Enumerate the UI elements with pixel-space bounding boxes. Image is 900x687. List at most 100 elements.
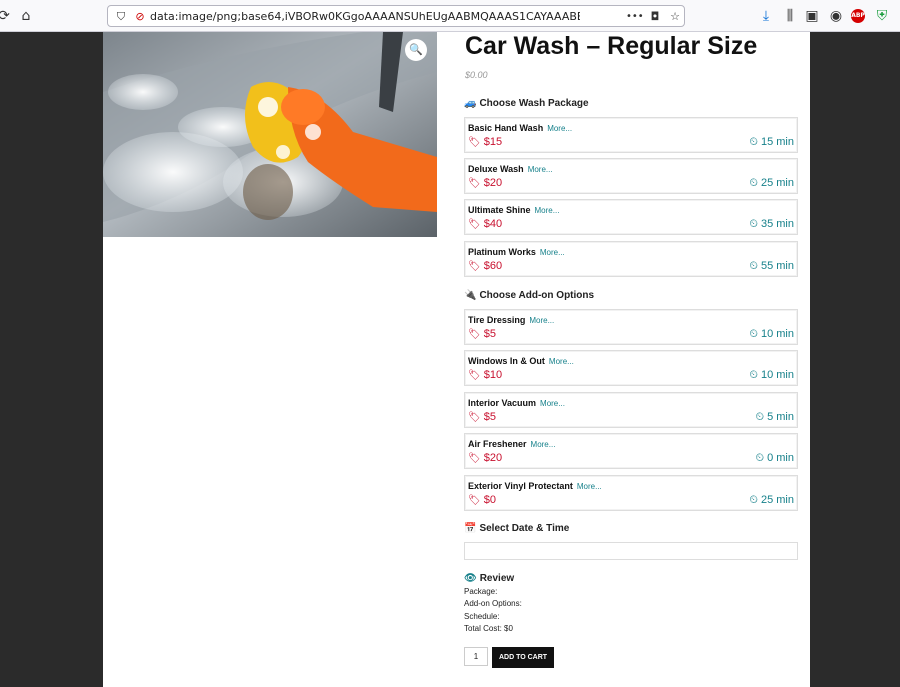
product-page: 🔍 Car Wash – Regular Size $0.00 🚙 Choose …: [103, 32, 810, 687]
option-time: 15 min: [760, 136, 794, 148]
review-heading-text: Review: [479, 573, 515, 584]
review-schedule: Schedule:: [464, 612, 500, 621]
bookmark-star-icon[interactable]: ☆: [667, 9, 683, 25]
addon-option[interactable]: Exterior Vinyl Protectant More... 🏷 $0 ⏲ 2…: [464, 475, 798, 511]
more-link[interactable]: More...: [540, 399, 565, 408]
plug-icon: 🔌: [464, 290, 477, 301]
price-tag-icon: 🏷: [468, 219, 481, 230]
option-time: 10 min: [760, 369, 794, 381]
schedule-heading-text: Select Date & Time: [479, 523, 570, 534]
price-tag-icon: 🏷: [468, 453, 481, 464]
clock-icon: ⏲: [749, 494, 758, 506]
option-time: 55 min: [760, 260, 794, 272]
more-link[interactable]: More...: [549, 357, 574, 366]
review-total: Total Cost: $0: [464, 624, 513, 633]
price-tag-icon: 🏷: [468, 370, 481, 381]
add-to-cart-button[interactable]: ADD TO CART: [492, 647, 554, 668]
more-link[interactable]: More...: [531, 440, 556, 449]
page-backdrop-right: [810, 32, 900, 687]
option-price: $10: [483, 369, 503, 381]
date-time-input[interactable]: [464, 542, 798, 560]
adblock-icon[interactable]: ABP: [851, 9, 865, 23]
price-tag-icon: 🏷: [468, 137, 481, 148]
wash-option[interactable]: Deluxe Wash More... 🏷 $20 ⏲ 25 min: [464, 158, 798, 194]
pocket-icon[interactable]: ◘: [647, 9, 663, 25]
more-link[interactable]: More...: [540, 248, 565, 257]
sidebar-icon[interactable]: ▣: [804, 8, 820, 24]
option-time: 25 min: [760, 177, 794, 189]
product-price: $0.00: [465, 70, 488, 80]
url-text[interactable]: data:image/png;base64,iVBORw0KGgoAAAANSU…: [150, 10, 580, 23]
option-time: 10 min: [760, 328, 794, 340]
clock-icon: ⏲: [749, 177, 758, 189]
more-link[interactable]: More...: [528, 165, 553, 174]
library-icon[interactable]: ⫼: [782, 8, 798, 24]
option-time: 0 min: [767, 452, 794, 464]
wash-package-heading-text: Choose Wash Package: [479, 98, 589, 109]
wash-option[interactable]: Platinum Works More... 🏷 $60 ⏲ 55 min: [464, 241, 798, 277]
review-package: Package:: [464, 587, 498, 596]
price-tag-icon: 🏷: [468, 329, 481, 340]
price-tag-icon: 🏷: [468, 178, 481, 189]
option-price: $20: [483, 177, 503, 189]
product-title: Car Wash – Regular Size: [465, 32, 758, 60]
addon-option[interactable]: Windows In & Out More... 🏷 $10 ⏲ 10 min: [464, 350, 798, 386]
car-wash-photo: [103, 32, 437, 237]
quantity-input[interactable]: 1: [464, 647, 488, 666]
addon-option[interactable]: Tire Dressing More... 🏷 $5 ⏲ 10 min: [464, 309, 798, 345]
option-price: $20: [483, 452, 503, 464]
price-tag-icon: 🏷: [468, 495, 481, 506]
option-name: Windows In & Out: [468, 356, 545, 366]
wash-option[interactable]: Basic Hand Wash More... 🏷 $15 ⏲ 15 min: [464, 117, 798, 153]
option-name: Interior Vacuum: [468, 398, 537, 408]
price-tag-icon: 🏷: [468, 412, 481, 423]
download-icon[interactable]: ⤓: [758, 8, 774, 24]
review-heading: 👁 Review: [464, 573, 514, 584]
page-backdrop-left: [0, 32, 103, 687]
option-name: Air Freshener: [468, 439, 527, 449]
page-actions-button[interactable]: •••: [626, 9, 644, 25]
option-name: Basic Hand Wash: [468, 123, 544, 133]
extension-shield-icon[interactable]: ⛨: [874, 8, 890, 24]
clock-icon: ⏲: [749, 218, 758, 230]
option-name: Deluxe Wash: [468, 164, 524, 174]
option-name: Exterior Vinyl Protectant: [468, 481, 573, 491]
clock-icon: ⏲: [749, 260, 758, 272]
more-link[interactable]: More...: [547, 124, 572, 133]
url-bar[interactable]: ⛉ ⊘ data:image/png;base64,iVBORw0KGgoAAA…: [107, 5, 685, 27]
option-name: Platinum Works: [468, 247, 536, 257]
review-addons: Add-on Options:: [464, 599, 522, 608]
schedule-heading: 📅 Select Date & Time: [464, 523, 569, 534]
browser-toolbar: ⟳ ⌂ ⛉ ⊘ data:image/png;base64,iVBORw0KGg…: [0, 0, 900, 32]
product-image[interactable]: 🔍: [103, 32, 437, 237]
clock-icon: ⏲: [755, 452, 765, 464]
eye-icon: 👁: [464, 573, 477, 584]
option-price: $15: [483, 136, 503, 148]
wash-option[interactable]: Ultimate Shine More... 🏷 $40 ⏲ 35 min: [464, 199, 798, 235]
shield-icon[interactable]: ⛉: [113, 9, 129, 25]
clock-icon: ⏲: [749, 328, 758, 340]
price-tag-icon: 🏷: [468, 261, 481, 272]
zoom-button[interactable]: 🔍: [405, 39, 427, 61]
more-link[interactable]: More...: [535, 206, 560, 215]
option-time: 25 min: [760, 494, 794, 506]
more-link[interactable]: More...: [577, 482, 602, 491]
car-icon: 🚙: [464, 98, 477, 109]
addon-heading: 🔌 Choose Add-on Options: [464, 290, 594, 301]
more-link[interactable]: More...: [529, 316, 554, 325]
account-icon[interactable]: ◉: [828, 8, 844, 24]
insecure-icon[interactable]: ⊘: [132, 9, 148, 25]
calendar-icon: 📅: [464, 523, 477, 534]
option-price: $40: [483, 218, 503, 230]
option-name: Ultimate Shine: [468, 205, 531, 215]
home-icon[interactable]: ⌂: [18, 8, 34, 24]
option-name: Tire Dressing: [468, 315, 526, 325]
option-price: $5: [483, 411, 496, 423]
magnifier-icon: 🔍: [409, 44, 423, 56]
clock-icon: ⏲: [749, 136, 758, 148]
addon-option[interactable]: Air Freshener More... 🏷 $20 ⏲ 0 min: [464, 433, 798, 469]
wash-package-heading: 🚙 Choose Wash Package: [464, 98, 589, 109]
reload-icon[interactable]: ⟳: [0, 8, 12, 24]
addon-heading-text: Choose Add-on Options: [479, 290, 595, 301]
addon-option[interactable]: Interior Vacuum More... 🏷 $5 ⏲ 5 min: [464, 392, 798, 428]
